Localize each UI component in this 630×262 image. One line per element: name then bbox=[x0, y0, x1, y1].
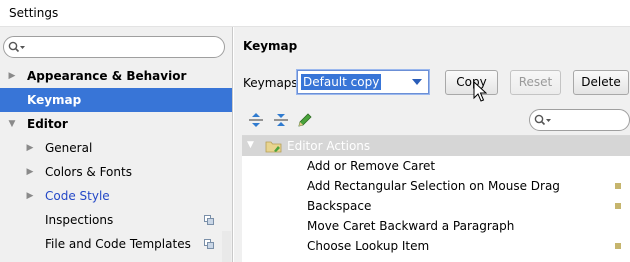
sidebar-item-label: General bbox=[45, 141, 93, 155]
settings-search-input[interactable] bbox=[28, 39, 218, 55]
shortcut-marker-icon bbox=[615, 243, 621, 249]
chevron-right-icon[interactable]: ▶ bbox=[6, 64, 18, 88]
title-bar: Settings bbox=[0, 0, 630, 27]
mouse-pointer-icon bbox=[473, 81, 487, 102]
search-icon bbox=[8, 41, 25, 53]
keymaps-label: Keymaps: bbox=[243, 76, 302, 90]
sidebar-item-general[interactable]: ▶ General bbox=[0, 136, 232, 160]
action-row[interactable]: Move Caret Backward a Paragraph bbox=[242, 216, 630, 236]
sidebar-item-label: File and Code Templates bbox=[45, 237, 191, 251]
chevron-down-icon[interactable]: ▼ bbox=[6, 112, 18, 136]
action-label: Backspace bbox=[307, 199, 372, 213]
sidebar-item-keymap[interactable]: Keymap bbox=[0, 88, 232, 112]
sidebar-item-colors-fonts[interactable]: ▶ Colors & Fonts bbox=[0, 160, 232, 184]
project-settings-icon bbox=[204, 215, 214, 225]
actions-tree: ▼ Editor Actions Add or Remove Caret Add … bbox=[242, 135, 630, 262]
chevron-right-icon[interactable]: ▶ bbox=[24, 136, 36, 160]
sidebar-scrollbar[interactable] bbox=[222, 231, 231, 262]
copy-button[interactable]: Copy bbox=[445, 70, 498, 95]
action-row[interactable]: Add Rectangular Selection on Mouse Drag bbox=[242, 176, 630, 196]
expand-all-icon[interactable] bbox=[247, 112, 265, 128]
sidebar-item-label: Editor bbox=[27, 117, 68, 131]
action-label: Add or Remove Caret bbox=[307, 159, 436, 173]
sidebar-item-code-style[interactable]: ▶ Code Style bbox=[0, 184, 232, 208]
sidebar-item-label: Inspections bbox=[45, 213, 114, 227]
page-title: Keymap bbox=[243, 39, 298, 53]
edit-shortcut-icon[interactable] bbox=[296, 112, 314, 128]
sidebar-item-editor[interactable]: ▼ Editor bbox=[0, 112, 232, 136]
action-label: Move Caret Backward a Paragraph bbox=[307, 219, 515, 233]
action-row[interactable]: Choose Lookup Item bbox=[242, 236, 630, 256]
group-label: Editor Actions bbox=[287, 139, 371, 153]
sidebar-item-appearance-behavior[interactable]: ▶ Appearance & Behavior bbox=[0, 64, 232, 88]
action-label: Choose Lookup Item bbox=[307, 239, 430, 253]
shortcut-marker-icon bbox=[615, 183, 621, 189]
sidebar-item-file-and-code-templates[interactable]: File and Code Templates bbox=[0, 232, 232, 256]
keymap-filter-field[interactable] bbox=[529, 109, 630, 131]
reset-button[interactable]: Reset bbox=[510, 70, 561, 95]
settings-search-field[interactable] bbox=[3, 36, 225, 58]
project-settings-icon bbox=[204, 239, 214, 249]
chevron-right-icon[interactable]: ▶ bbox=[24, 160, 36, 184]
action-row[interactable]: Backspace bbox=[242, 196, 630, 216]
sidebar-item-inspections[interactable]: Inspections bbox=[0, 208, 232, 232]
settings-sidebar: ▶ Appearance & Behavior Keymap ▼ Editor ▶ Gene… bbox=[0, 27, 233, 262]
sidebar-item-label: Colors & Fonts bbox=[45, 165, 132, 179]
action-label: Add Rectangular Selection on Mouse Drag bbox=[307, 179, 560, 193]
search-icon bbox=[534, 114, 551, 126]
keymap-select-value: Default copy bbox=[299, 73, 383, 91]
sidebar-item-label: Keymap bbox=[27, 93, 82, 107]
keymap-panel: Keymap Keymaps: Default copy Copy Reset … bbox=[234, 27, 630, 262]
folder-icon bbox=[265, 141, 282, 153]
shortcut-marker-icon bbox=[615, 203, 621, 209]
window-title: Settings bbox=[9, 6, 59, 20]
tree-group-row[interactable]: ▼ Editor Actions bbox=[242, 136, 630, 156]
sidebar-item-label: Code Style bbox=[45, 189, 110, 203]
chevron-down-icon[interactable]: ▼ bbox=[247, 140, 254, 150]
keymap-select[interactable]: Default copy bbox=[297, 70, 429, 94]
chevron-right-icon[interactable]: ▶ bbox=[24, 184, 36, 208]
chevron-down-icon[interactable] bbox=[406, 71, 428, 93]
collapse-all-icon[interactable] bbox=[272, 112, 290, 128]
sidebar-item-label: Appearance & Behavior bbox=[27, 69, 187, 83]
delete-button[interactable]: Delete bbox=[573, 70, 629, 95]
action-row[interactable]: Add or Remove Caret bbox=[242, 156, 630, 176]
